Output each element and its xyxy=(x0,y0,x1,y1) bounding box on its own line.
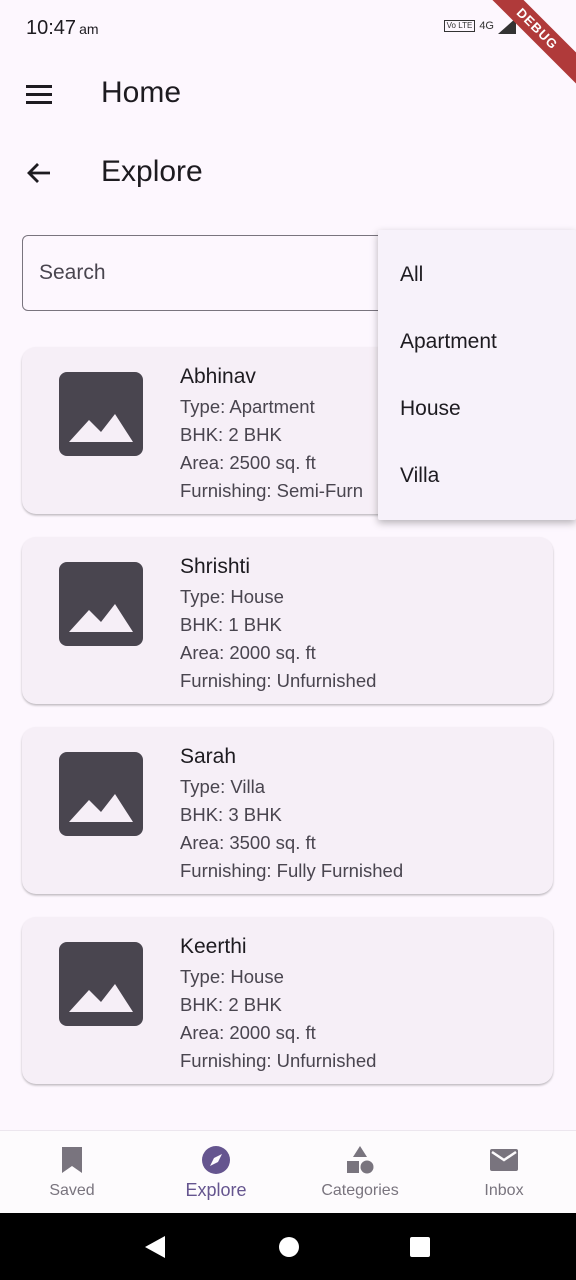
dropdown-option-apartment[interactable]: Apartment xyxy=(400,330,497,354)
search-input[interactable] xyxy=(23,236,391,310)
listing-type: Type: House xyxy=(180,586,284,607)
status-icons: Vo LTE 4G xyxy=(443,18,516,34)
system-home-icon[interactable] xyxy=(278,1236,300,1258)
listing-card[interactable]: Shrishti Type: House BHK: 1 BHK Area: 20… xyxy=(22,537,553,704)
bookmark-icon xyxy=(62,1147,82,1173)
image-placeholder-icon xyxy=(59,372,143,456)
menu-icon[interactable] xyxy=(24,79,54,109)
nav-label: Categories xyxy=(321,1182,399,1199)
listing-card[interactable]: Sarah Type: Villa BHK: 3 BHK Area: 3500 … xyxy=(22,727,553,894)
arrow-back-icon[interactable] xyxy=(24,158,54,188)
listing-type: Type: House xyxy=(180,966,284,987)
dropdown-option-villa[interactable]: Villa xyxy=(400,464,439,488)
nav-saved[interactable]: Saved xyxy=(0,1131,144,1215)
listing-type: Type: Villa xyxy=(180,776,266,797)
nav-categories[interactable]: Categories xyxy=(288,1131,432,1215)
listing-name: Keerthi xyxy=(180,935,247,958)
dropdown-option-house[interactable]: House xyxy=(400,397,461,421)
listing-card[interactable]: Keerthi Type: House BHK: 2 BHK Area: 200… xyxy=(22,917,553,1084)
listing-type: Type: Apartment xyxy=(180,396,315,417)
listing-bhk: BHK: 2 BHK xyxy=(180,994,282,1015)
search-field[interactable] xyxy=(22,235,392,311)
nav-explore[interactable]: Explore xyxy=(144,1131,288,1215)
nav-label: Saved xyxy=(49,1182,95,1199)
listing-area: Area: 2000 sq. ft xyxy=(180,642,316,663)
image-placeholder-icon xyxy=(59,562,143,646)
nav-label: Inbox xyxy=(484,1182,524,1199)
image-placeholder-icon xyxy=(59,752,143,836)
nav-label: Explore xyxy=(185,1180,247,1200)
debug-banner: DEBUG xyxy=(476,0,576,90)
page-title: Home xyxy=(101,76,182,109)
network-type: 4G xyxy=(479,20,494,32)
volte-icon: Vo LTE xyxy=(443,20,476,32)
status-time: 10:47 am xyxy=(26,17,99,39)
listing-name: Abhinav xyxy=(180,365,256,388)
listing-furnishing: Furnishing: Semi-Furn xyxy=(180,480,364,501)
compass-icon xyxy=(202,1146,230,1174)
listing-area: Area: 3500 sq. ft xyxy=(180,832,316,853)
system-back-icon[interactable] xyxy=(144,1235,166,1259)
mail-icon xyxy=(490,1149,518,1171)
listing-bhk: BHK: 3 BHK xyxy=(180,804,282,825)
listing-area: Area: 2500 sq. ft xyxy=(180,452,316,473)
nav-inbox[interactable]: Inbox xyxy=(432,1131,576,1215)
dropdown-option-all[interactable]: All xyxy=(400,263,423,287)
categories-icon xyxy=(347,1146,374,1174)
listing-bhk: BHK: 1 BHK xyxy=(180,614,282,635)
listing-name: Shrishti xyxy=(180,555,251,578)
listing-furnishing: Furnishing: Fully Furnished xyxy=(180,860,404,881)
system-recents-icon[interactable] xyxy=(409,1236,431,1258)
listing-area: Area: 2000 sq. ft xyxy=(180,1022,316,1043)
bottom-navigation: Saved Explore Categories Inbox xyxy=(0,1130,576,1215)
filter-dropdown-menu: All Apartment House Villa xyxy=(378,230,576,520)
listing-furnishing: Furnishing: Unfurnished xyxy=(180,670,377,691)
listing-furnishing: Furnishing: Unfurnished xyxy=(180,1050,377,1071)
image-placeholder-icon xyxy=(59,942,143,1026)
listing-bhk: BHK: 2 BHK xyxy=(180,424,282,445)
section-title: Explore xyxy=(101,155,203,188)
listing-name: Sarah xyxy=(180,745,237,768)
system-navigation-bar xyxy=(0,1213,576,1280)
